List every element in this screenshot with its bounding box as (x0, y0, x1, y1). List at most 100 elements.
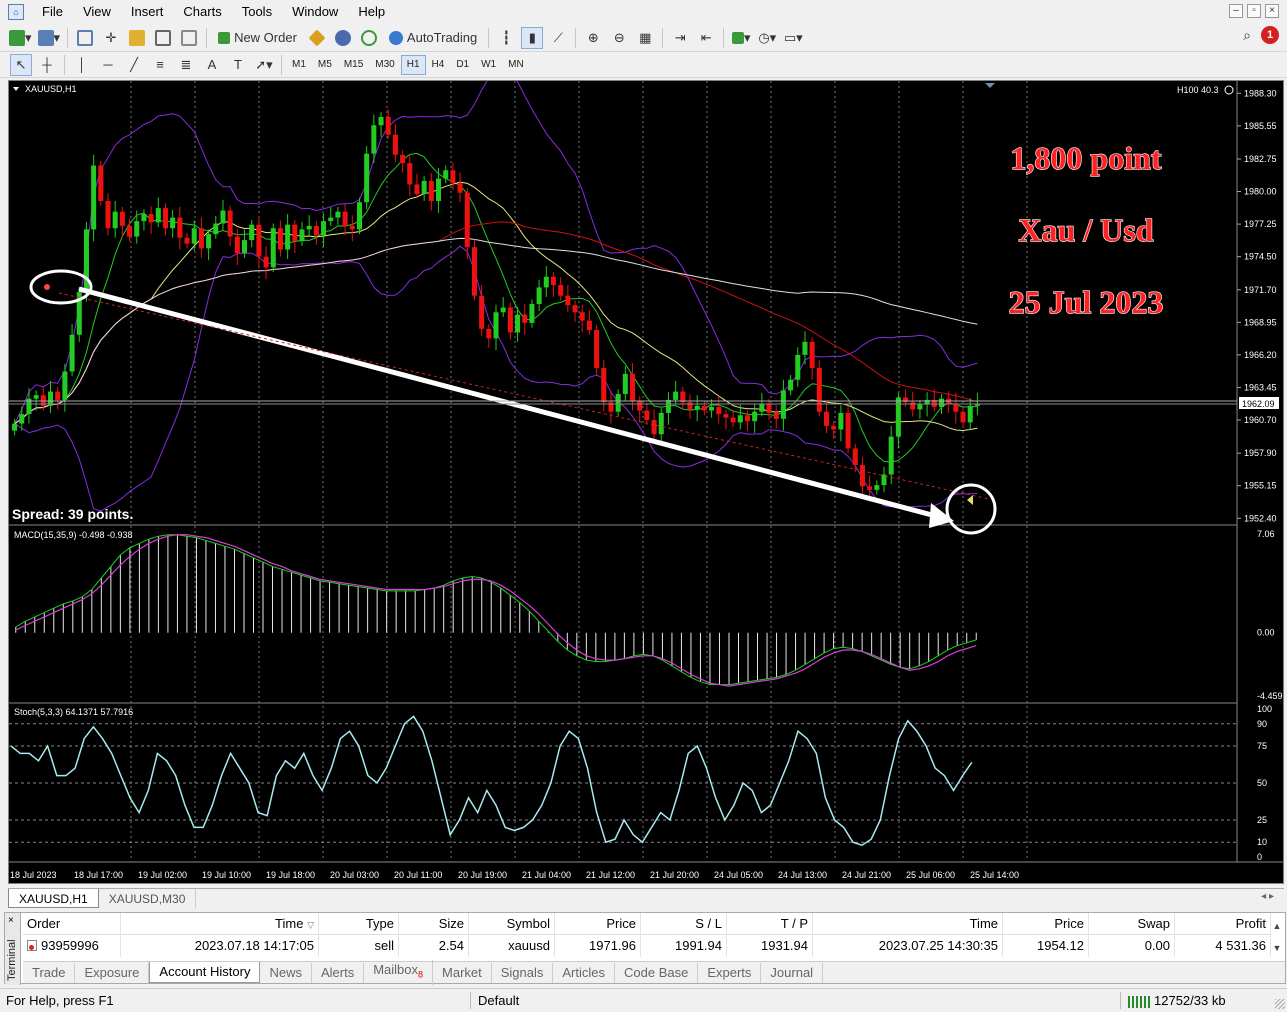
col-price[interactable]: Price (555, 912, 641, 935)
col-swap[interactable]: Swap (1089, 912, 1175, 935)
tab-scroll-arrows[interactable]: ◂ ▸ (1261, 891, 1274, 902)
tab-code-base[interactable]: Code Base (615, 962, 699, 983)
symbol-collapse-icon[interactable] (13, 87, 19, 91)
vertical-line-tool[interactable]: │ (71, 54, 93, 76)
arrows-tool[interactable]: ➚▾ (253, 54, 275, 76)
tile-windows-button[interactable]: ▦ (634, 27, 656, 49)
horizontal-line-tool[interactable]: ─ (97, 54, 119, 76)
tab-market[interactable]: Market (433, 962, 492, 983)
chart-shift-button[interactable]: ⇤ (695, 27, 717, 49)
notification-badge[interactable]: 1 (1261, 26, 1279, 44)
candle-body (285, 224, 291, 250)
col-size[interactable]: Size (399, 912, 469, 935)
col-tp[interactable]: T / P (727, 912, 813, 935)
market-watch-button[interactable] (74, 27, 96, 49)
candlestick-button[interactable]: ▮ (521, 26, 544, 49)
zoom-in-button[interactable]: ⊕ (582, 27, 604, 49)
col-sl[interactable]: S / L (641, 912, 727, 935)
col-profit[interactable]: Profit (1175, 912, 1271, 935)
menu-window[interactable]: Window (282, 0, 348, 24)
tab-exposure[interactable]: Exposure (75, 962, 150, 983)
tab-journal[interactable]: Journal (761, 962, 824, 983)
new-order-button[interactable]: New Order (213, 27, 302, 49)
crosshair-tool[interactable]: ┼ (36, 54, 58, 76)
price-tick-label: 1968.95 (1244, 317, 1277, 327)
tab-trade[interactable]: Trade (23, 962, 76, 983)
terminal-scrollbar[interactable]: ▲ ▼ (1271, 915, 1283, 959)
metaeditor-button[interactable] (306, 27, 328, 49)
periods-button[interactable]: ◷▾ (756, 27, 778, 49)
col-close-time[interactable]: Time (813, 912, 1003, 935)
new-chart-button[interactable]: ▾ (8, 27, 33, 49)
profiles-button[interactable]: ▾ (37, 27, 62, 49)
timeframe-h1[interactable]: H1 (400, 54, 426, 75)
community-button[interactable] (332, 27, 354, 49)
timeframe-m30[interactable]: M30 (369, 55, 400, 75)
resize-grip-icon[interactable] (1275, 999, 1285, 1009)
chart-shift-marker[interactable] (985, 83, 995, 88)
time-tick-label: 20 Jul 11:00 (394, 870, 442, 880)
menu-tools[interactable]: Tools (232, 0, 282, 24)
scroll-up-icon[interactable]: ▲ (1271, 915, 1283, 937)
candle-body (19, 414, 25, 424)
col-close-price[interactable]: Price (1003, 912, 1089, 935)
tab-alerts[interactable]: Alerts (312, 962, 365, 983)
price-chart[interactable]: 18 Jul 2023 18 Jul 17:00 19 Jul 02:00 19 Ju… (9, 81, 1283, 883)
tab-mailbox[interactable]: Mailbox8 (364, 960, 434, 985)
scroll-down-icon[interactable]: ▼ (1271, 937, 1283, 959)
tab-signals[interactable]: Signals (492, 962, 554, 983)
bar-chart-button[interactable]: ┇ (495, 27, 517, 49)
text-tool[interactable]: A (201, 54, 223, 76)
chart-tab-xauusd-h1[interactable]: XAUUSD,H1 (8, 889, 99, 908)
timeframe-m15[interactable]: M15 (338, 55, 369, 75)
tab-account-history[interactable]: Account History (149, 962, 261, 983)
timeframe-m1[interactable]: M1 (286, 55, 312, 75)
table-row[interactable]: 93959996 2023.07.18 14:17:05 sell 2.54 x… (23, 935, 1271, 957)
col-time[interactable]: Time ▽ (121, 912, 319, 935)
timeframe-w1[interactable]: W1 (475, 55, 502, 75)
col-order[interactable]: Order (23, 912, 121, 935)
menu-view[interactable]: View (73, 0, 121, 24)
stoch-tick-label: 10 (1257, 837, 1267, 847)
fibonacci-tool[interactable]: ≣ (175, 54, 197, 76)
equidistant-channel-tool[interactable]: ≡ (149, 54, 171, 76)
restore-icon[interactable]: ▫ (1247, 4, 1261, 18)
line-chart-button[interactable]: ⟋ (547, 27, 569, 49)
one-click-trading-icon[interactable] (1224, 85, 1234, 95)
autoscroll-button[interactable]: ⇥ (669, 27, 691, 49)
menu-insert[interactable]: Insert (121, 0, 174, 24)
spread-label: Spread: 39 points. (12, 506, 133, 522)
col-type[interactable]: Type (319, 912, 399, 935)
terminal-close-icon[interactable]: × (8, 915, 14, 926)
timeframe-mn[interactable]: MN (502, 55, 530, 75)
tab-news[interactable]: News (260, 962, 312, 983)
navigator-button[interactable] (126, 27, 148, 49)
trendline-tool[interactable]: ╱ (123, 54, 145, 76)
col-symbol[interactable]: Symbol (469, 912, 555, 935)
search-icon[interactable]: ⌕ (1243, 27, 1251, 44)
chart-window[interactable]: 18 Jul 2023 18 Jul 17:00 19 Jul 02:00 19 Ju… (8, 80, 1284, 884)
cursor-tool[interactable]: ↖ (10, 53, 32, 76)
autotrading-button[interactable]: AutoTrading (384, 27, 482, 49)
timeframe-d1[interactable]: D1 (450, 55, 475, 75)
close-icon[interactable]: × (1265, 4, 1279, 18)
data-window-button[interactable]: ✛ (100, 27, 122, 49)
menu-help[interactable]: Help (348, 0, 395, 24)
signals-button[interactable] (358, 27, 380, 49)
menu-file[interactable]: File (32, 0, 73, 24)
templates-button[interactable]: ▭▾ (782, 27, 804, 49)
terminal-button[interactable] (152, 27, 174, 49)
indicators-button[interactable]: ▾ (730, 27, 752, 49)
text-label-tool[interactable]: T (227, 54, 249, 76)
connection-status[interactable]: 12752/33 kb (1122, 989, 1226, 1012)
tab-experts[interactable]: Experts (698, 962, 762, 983)
minimize-icon[interactable]: – (1229, 4, 1243, 18)
tab-articles[interactable]: Articles (553, 962, 616, 983)
menu-charts[interactable]: Charts (173, 0, 231, 24)
order-id: 93959996 (41, 938, 99, 953)
zoom-out-button[interactable]: ⊖ (608, 27, 630, 49)
timeframe-h4[interactable]: H4 (426, 55, 451, 75)
strategy-tester-button[interactable] (178, 27, 200, 49)
timeframe-m5[interactable]: M5 (312, 55, 338, 75)
chart-tab-xauusd-m30[interactable]: XAUUSD,M30 (99, 889, 197, 908)
